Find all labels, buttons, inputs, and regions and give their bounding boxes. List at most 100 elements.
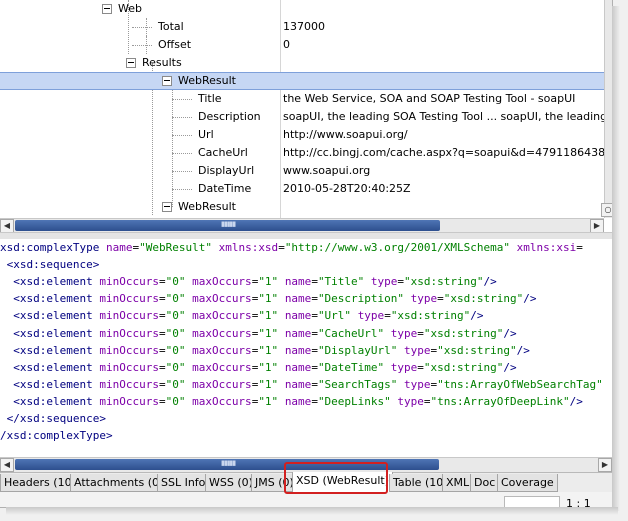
tab-ssl-info[interactable]: SSL Info — [157, 474, 210, 492]
tab-highlight-annotation — [284, 462, 388, 494]
xsd-token: name — [284, 275, 312, 289]
tab-wss-0[interactable]: WSS (0) — [205, 474, 257, 492]
tree-row-datetime[interactable]: DateTime 2010-05-28T20:40:25Z — [0, 180, 604, 198]
xsd-token: minOccurs — [99, 377, 159, 391]
xsd-line: <xsd:element minOccurs="0" maxOccurs="1"… — [0, 360, 516, 378]
xsd-token: "CacheUrl" — [317, 326, 385, 340]
xsd-token: minOccurs — [99, 275, 159, 289]
tree-node-value: the Web Service, SOA and SOAP Testing To… — [283, 92, 576, 105]
tab-xml[interactable]: XML — [442, 474, 474, 492]
xsd-token: type — [390, 326, 418, 340]
tree-row-results[interactable]: Results — [0, 54, 604, 72]
xsd-token: type — [410, 292, 438, 306]
xsd-token: <xsd:element — [0, 377, 100, 391]
tree-node-value: 0 — [283, 38, 290, 51]
collapse-icon[interactable] — [126, 58, 136, 68]
tab-coverage[interactable]: Coverage — [497, 474, 558, 492]
tab-doc[interactable]: Doc — [470, 474, 500, 492]
xsd-token: "xsd:string" — [443, 292, 524, 306]
tab-attachments-0[interactable]: Attachments (0) — [70, 474, 168, 492]
xsd-token: "tns:ArrayOfWebSearchTag" — [437, 377, 603, 391]
scroll-right-icon[interactable]: ▶ — [598, 458, 612, 472]
xsd-token: = — [311, 394, 318, 408]
xsd-token: minOccurs — [99, 309, 159, 323]
xsd-token: <xsd:element — [0, 292, 100, 306]
tree-connector-line — [172, 153, 192, 154]
tree-row-displayurl[interactable]: DisplayUrl www.soapui.org — [0, 162, 604, 180]
xsd-token: name — [284, 394, 312, 408]
tree-scroll-thumb[interactable]: ▮▮▮▮▮ — [15, 220, 440, 231]
xsd-token: "0" — [165, 343, 186, 357]
tree-row-offset[interactable]: Offset 0 — [0, 36, 604, 54]
tree-connector-line — [172, 135, 192, 136]
xsd-token: name — [284, 326, 312, 340]
tree-row-webresult[interactable]: WebResult — [0, 72, 604, 90]
xsd-token: /> — [569, 394, 583, 408]
xsd-token: /> — [483, 275, 497, 289]
tree-row-web[interactable]: Web — [0, 0, 604, 18]
xsd-editor[interactable]: xsd:complexType name="WebResult" xmlns:x… — [0, 239, 612, 457]
xsd-token: "1" — [258, 326, 279, 340]
xsd-token: "xsd:string" — [390, 309, 471, 323]
tree-row-cacheurl[interactable]: CacheUrl http://cc.bingj.com/cache.aspx?q… — [0, 144, 604, 162]
tree-node-label: WebResult — [178, 74, 236, 87]
tree-node-label: Description — [198, 110, 261, 123]
scroll-left-icon[interactable]: ◀ — [0, 458, 14, 472]
collapse-icon[interactable] — [162, 202, 172, 212]
xsd-token: = — [158, 326, 166, 340]
xsd-token: name — [284, 377, 312, 391]
scroll-left-icon[interactable]: ◀ — [0, 219, 14, 233]
tree-node-label: Web — [118, 2, 142, 15]
tree-row-webresult-2[interactable]: WebResult — [0, 198, 604, 216]
tree-horizontal-scrollbar[interactable]: ◀ ▮▮▮▮▮ ▶ — [0, 218, 604, 233]
xsd-token: "SearchTags" — [317, 377, 398, 391]
xsd-token: "xsd:string" — [437, 343, 517, 357]
xsd-token: type — [404, 343, 431, 357]
xsd-token: type — [357, 309, 385, 323]
xsd-token: "tns:ArrayOfDeepLink" — [430, 394, 570, 408]
xsd-token: "xsd:string" — [423, 360, 504, 374]
xsd-token — [384, 361, 391, 374]
tree-node-value: www.soapui.org — [283, 164, 371, 177]
collapse-icon[interactable] — [162, 76, 172, 86]
xsd-token: = — [311, 377, 318, 391]
xsd-token: minOccurs — [99, 360, 159, 374]
xsd-token: = — [311, 309, 318, 323]
xsd-token: <xsd:element — [0, 360, 100, 374]
xsd-token — [384, 327, 391, 340]
xsd-token — [278, 361, 285, 374]
xsd-token: = — [417, 360, 424, 374]
xsd-token: "Title" — [317, 275, 365, 289]
xsd-token: name — [105, 241, 133, 254]
xsd-token: minOccurs — [99, 292, 159, 306]
tree-row-title[interactable]: Title the Web Service, SOA and SOAP Testi… — [0, 90, 604, 108]
xsd-token: = — [158, 292, 166, 306]
xsd-token — [510, 241, 517, 254]
xsd-token: = — [158, 360, 166, 374]
xsd-token — [364, 275, 371, 288]
xsd-token — [278, 344, 285, 357]
tree-row-description[interactable]: Description soapUI, the leading SOA Testi… — [0, 108, 604, 126]
xsd-token: name — [284, 360, 312, 374]
xsd-token: /> — [516, 343, 530, 357]
xsd-token: = — [437, 292, 444, 306]
collapse-icon[interactable] — [102, 4, 112, 14]
tab-headers-10[interactable]: Headers (10) — [0, 474, 80, 492]
tree-node-label: DisplayUrl — [198, 164, 255, 177]
xsd-token: /> — [470, 309, 484, 323]
xsd-token: = — [158, 343, 166, 357]
xsd-token: = — [311, 275, 318, 289]
tree-node-value: soapUI, the leading SOA Testing Tool ...… — [283, 110, 604, 123]
xsd-token: maxOccurs — [192, 292, 252, 306]
tree-row-total[interactable]: Total 137000 — [0, 18, 604, 36]
xsd-line: /xsd:complexType> — [0, 429, 113, 446]
tree-row-url[interactable]: Url http://www.soapui.org/ — [0, 126, 604, 144]
soapui-response-panel: Web Total 137000 Offset 0 Results WebResult Tit… — [0, 0, 613, 508]
response-tree[interactable]: Web Total 137000 Offset 0 Results WebResult Tit… — [0, 0, 604, 218]
xsd-token: = — [311, 326, 318, 340]
tree-connector-line — [172, 99, 192, 100]
tree-connector-line — [172, 189, 192, 190]
xsd-token: = — [278, 241, 285, 254]
xsd-token — [278, 395, 285, 408]
scroll-right-icon[interactable]: ▶ — [590, 219, 604, 233]
